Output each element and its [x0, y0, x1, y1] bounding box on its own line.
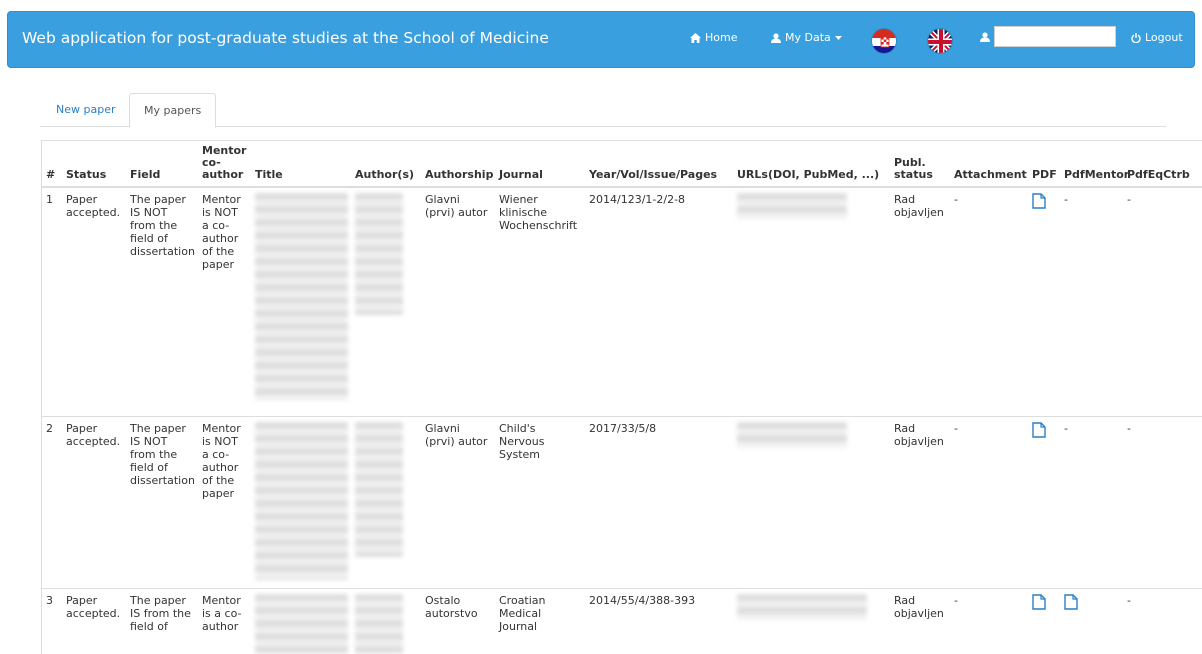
row-pdfeqctrb: -	[1123, 587, 1202, 654]
row-attachment: -	[950, 415, 1028, 588]
row-status: Paper accepted.	[62, 186, 126, 416]
uk-flag-icon[interactable]	[927, 28, 953, 54]
row-status: Paper accepted.	[62, 587, 126, 654]
table-header-row: # Status Field Mentor co-author Title Au…	[42, 141, 1202, 188]
papers-table-container: # Status Field Mentor co-author Title Au…	[41, 140, 1202, 654]
row-num: 2	[42, 415, 62, 588]
row-journal: Croatian Medical Journal	[495, 587, 585, 654]
col-header-mentor: Mentor co-author	[198, 141, 251, 188]
row-year-vol: 2017/33/5/8	[585, 415, 733, 588]
col-header-pdf: PDF	[1028, 141, 1060, 188]
col-header-publ-status: Publ. status	[890, 141, 950, 188]
row-field: The paper IS NOT from the field of disse…	[126, 415, 198, 588]
col-header-attachment: Attachment	[950, 141, 1028, 188]
col-header-authors: Author(s)	[351, 141, 421, 188]
row-pdfeqctrb: -	[1123, 415, 1202, 588]
row-urls-redacted	[733, 587, 890, 654]
row-pdf	[1028, 587, 1060, 654]
papers-table: # Status Field Mentor co-author Title Au…	[42, 141, 1202, 654]
row-pdf	[1028, 186, 1060, 416]
row-pdf	[1028, 415, 1060, 588]
col-header-num: #	[42, 141, 62, 188]
my-data-label: My Data	[785, 31, 831, 44]
my-data-dropdown[interactable]: My Data	[771, 31, 842, 44]
row-status: Paper accepted.	[62, 415, 126, 588]
col-header-status: Status	[62, 141, 126, 188]
row-urls-redacted	[733, 186, 890, 416]
row-num: 3	[42, 587, 62, 654]
home-icon	[690, 32, 701, 43]
row-attachment: -	[950, 186, 1028, 416]
col-header-pdfmentor: PdfMentor	[1060, 141, 1129, 188]
row-journal: Child's Nervous System	[495, 415, 585, 588]
col-header-title: Title	[251, 141, 351, 188]
row-attachment: -	[950, 587, 1028, 654]
row-mentor: Mentor is NOT a co-author of the paper	[198, 415, 251, 588]
username-field[interactable]	[994, 26, 1116, 47]
tab-my-papers[interactable]: My papers	[129, 93, 217, 128]
row-field: The paper IS NOT from the field of disse…	[126, 186, 198, 416]
app-title[interactable]: Web application for post-graduate studie…	[22, 29, 549, 47]
home-link[interactable]: Home	[690, 31, 737, 44]
row-title-redacted	[251, 186, 351, 416]
power-icon	[1131, 32, 1141, 43]
row-authors-redacted	[351, 587, 421, 654]
row-authorship: Ostalo autorstvo	[421, 587, 495, 654]
row-journal: Wiener klinische Wochenschrift	[495, 186, 585, 416]
col-header-field: Field	[126, 141, 198, 188]
row-year-vol: 2014/55/4/388-393	[585, 587, 733, 654]
row-authorship: Glavni (prvi) autor	[421, 186, 495, 416]
row-pdfmentor: -	[1060, 186, 1123, 416]
home-label: Home	[705, 31, 738, 44]
file-icon[interactable]	[1032, 193, 1046, 209]
paper-tabs: New paper My papers	[40, 93, 1166, 128]
file-icon[interactable]	[1064, 593, 1078, 610]
row-field: The paper IS from the field of	[126, 587, 198, 654]
row-publ-status: Rad objavljen	[890, 415, 950, 588]
row-title-redacted	[251, 415, 351, 588]
row-authors-redacted	[351, 415, 421, 588]
table-row: 1 Paper accepted. The paper IS NOT from …	[42, 186, 1202, 416]
user-icon	[980, 32, 990, 42]
table-row: 3 Paper accepted. The paper IS from the …	[42, 587, 1202, 654]
logout-label: Logout	[1145, 31, 1183, 44]
table-row: 2 Paper accepted. The paper IS NOT from …	[42, 415, 1202, 588]
row-mentor: Mentor is a co-author	[198, 587, 251, 654]
row-publ-status: Rad objavljen	[890, 587, 950, 654]
col-header-year-vol: Year/Vol/Issue/Pages	[585, 141, 733, 188]
row-pdfeqctrb: -	[1123, 186, 1202, 416]
row-mentor: Mentor is NOT a co-author of the paper	[198, 186, 251, 416]
file-icon[interactable]	[1032, 593, 1046, 610]
logout-link[interactable]: Logout	[1131, 31, 1183, 44]
col-header-journal: Journal	[495, 141, 585, 188]
col-header-authorship: Authorship	[421, 141, 495, 188]
row-authorship: Glavni (prvi) autor	[421, 415, 495, 588]
row-urls-redacted	[733, 415, 890, 588]
croatian-flag-icon[interactable]	[871, 28, 897, 54]
row-publ-status: Rad objavljen	[890, 186, 950, 416]
row-authors-redacted	[351, 186, 421, 416]
user-icon	[771, 32, 781, 43]
tab-new-paper[interactable]: New paper	[42, 93, 130, 127]
row-num: 1	[42, 186, 62, 416]
col-header-urls: URLs(DOI, PubMed, ...)	[733, 141, 890, 188]
row-year-vol: 2014/123/1-2/2-8	[585, 186, 733, 416]
row-title-redacted	[251, 587, 351, 654]
top-navbar: Web application for post-graduate studie…	[7, 11, 1195, 68]
col-header-pdfeqctrb: PdfEqCtrb	[1123, 141, 1202, 188]
file-icon[interactable]	[1032, 421, 1046, 438]
row-pdfmentor: -	[1060, 415, 1123, 588]
caret-down-icon	[834, 35, 842, 40]
row-pdfmentor	[1060, 587, 1123, 654]
